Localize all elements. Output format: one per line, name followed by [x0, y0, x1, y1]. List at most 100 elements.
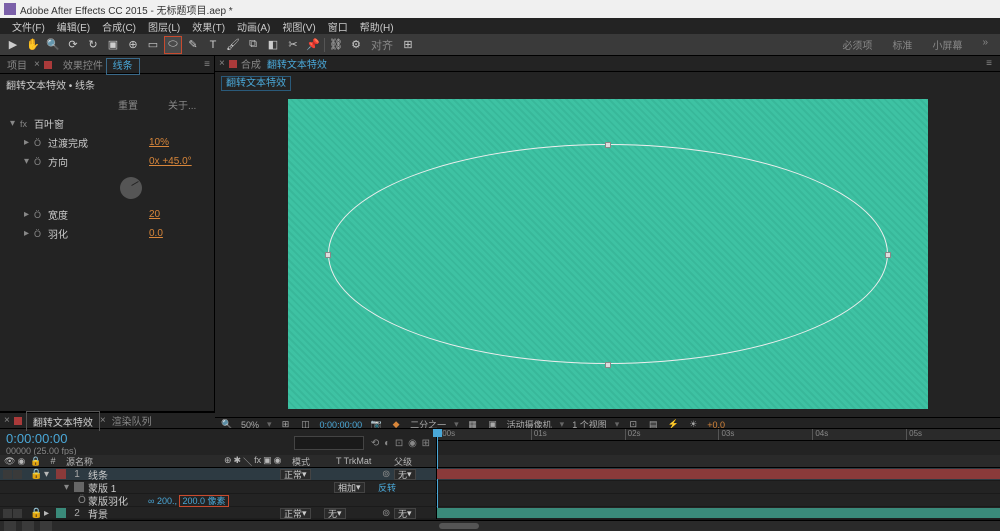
workspace-more-icon[interactable]: » — [974, 35, 996, 54]
col-mode: 模式 — [292, 455, 336, 468]
ellipse-tool[interactable]: ⬭ — [164, 36, 182, 54]
pen-tool[interactable]: ✎ — [184, 36, 202, 54]
workspace-small[interactable]: 小屏幕 — [924, 35, 970, 54]
tl-icon[interactable]: ⊡ — [395, 438, 403, 449]
twirl-icon[interactable]: ▾ — [10, 118, 20, 129]
menu-view[interactable]: 视图(V) — [276, 19, 321, 34]
workspace-essentials[interactable]: 必须项 — [834, 35, 880, 54]
tl-icon[interactable]: ⊞ — [422, 438, 430, 449]
effect-blinds[interactable]: 百叶窗 — [34, 116, 204, 131]
menu-effect[interactable]: 效果(T) — [186, 19, 231, 34]
roto-tool[interactable]: ✂ — [284, 36, 302, 54]
parent-dd[interactable]: 无 ▾ — [394, 469, 416, 480]
puppet-tool[interactable]: 📌 — [304, 36, 322, 54]
zoom-slider[interactable] — [439, 523, 479, 529]
prop-direction: 方向 — [48, 154, 149, 169]
pickwhip-icon[interactable]: ⊚ — [382, 469, 394, 480]
eraser-tool[interactable]: ◧ — [264, 36, 282, 54]
tl-icon[interactable]: ◉ — [408, 438, 417, 449]
canvas[interactable] — [288, 99, 928, 409]
layer-2-bar[interactable] — [437, 508, 1000, 518]
mask-ellipse[interactable] — [328, 144, 888, 364]
lock-toggle[interactable]: 🔒 — [30, 508, 44, 519]
blend-mode[interactable]: 正常 ▾ — [280, 469, 311, 480]
blend-mode[interactable]: 正常 ▾ — [280, 508, 311, 519]
toggle-modes-icon[interactable] — [22, 521, 34, 531]
panel-menu-icon[interactable]: ≡ — [982, 58, 996, 69]
twirl-icon[interactable]: ▸ — [24, 228, 34, 239]
pickwhip-icon[interactable]: ⊚ — [382, 508, 394, 519]
layer-color[interactable] — [56, 508, 66, 518]
comp-path[interactable]: 翻转文本特效 — [221, 76, 291, 91]
workspace-standard[interactable]: 标准 — [884, 35, 920, 54]
direction-dial[interactable] — [120, 177, 142, 199]
window-title: Adobe After Effects CC 2015 - 无标题项目.aep … — [20, 2, 233, 17]
text-tool[interactable]: T — [204, 36, 222, 54]
mask-handle-left[interactable] — [325, 252, 331, 258]
toggle-switches-icon[interactable] — [4, 521, 16, 531]
menu-edit[interactable]: 编辑(E) — [51, 19, 96, 34]
col-parent: 父级 — [394, 455, 436, 468]
hand-tool[interactable]: ✋ — [24, 36, 42, 54]
zoom-tool[interactable]: 🔍 — [44, 36, 62, 54]
rect-tool[interactable]: ▭ — [144, 36, 162, 54]
fx-icon[interactable]: fx — [20, 119, 34, 129]
orbit-tool[interactable]: ⟳ — [64, 36, 82, 54]
twirl-icon[interactable]: ▾ — [64, 482, 74, 493]
twirl-icon[interactable]: ▸ — [24, 137, 34, 148]
toggle-in-out-icon[interactable] — [40, 521, 52, 531]
time-ruler[interactable]: :00s 01s 02s 03s 04s 05s — [437, 429, 1000, 441]
app-icon — [4, 3, 16, 15]
val-direction[interactable]: 0x +45.0° — [149, 156, 204, 167]
mask-handle-top[interactable] — [605, 142, 611, 148]
tab-effect-controls[interactable]: 效果控件 线条 — [56, 54, 147, 75]
val-transition[interactable]: 10% — [149, 137, 204, 148]
stopwatch-icon[interactable]: Ö — [78, 495, 88, 506]
timeline-panel: × 翻转文本特效 × 渲染队列 0:00:00:00 00000 (25.00 … — [0, 411, 1000, 518]
val-width[interactable]: 20 — [149, 209, 204, 220]
composition-viewport[interactable] — [215, 91, 1000, 417]
mask-handle-right[interactable] — [885, 252, 891, 258]
snap-sub-icon[interactable]: ⊞ — [399, 36, 417, 54]
tab-project[interactable]: 项目 — [0, 54, 34, 75]
snap-label: 对齐 — [367, 36, 397, 54]
visibility-toggle[interactable] — [3, 470, 12, 479]
parent-dd[interactable]: 无 ▾ — [394, 508, 416, 519]
clone-tool[interactable]: ⧉ — [244, 36, 262, 54]
tl-icon[interactable]: ⟲ — [371, 438, 379, 449]
val-feather[interactable]: 0.0 — [149, 228, 204, 239]
menu-layer[interactable]: 图层(L) — [142, 19, 186, 34]
col-reset: 重置 — [118, 97, 168, 112]
panel-menu-icon[interactable]: ≡ — [200, 59, 214, 70]
timeline-search[interactable] — [294, 436, 364, 450]
layer-2-name[interactable]: 背景 — [86, 506, 280, 521]
timeline-tab-comp[interactable]: 翻转文本特效 — [26, 411, 100, 431]
timeline-tab-render[interactable]: 渲染队列 — [106, 411, 158, 430]
layer-color[interactable] — [56, 469, 66, 479]
menu-animation[interactable]: 动画(A) — [231, 19, 276, 34]
mask-handle-bottom[interactable] — [605, 362, 611, 368]
tl-icon[interactable]: ◐ — [384, 438, 390, 449]
mask-mode[interactable]: 相加 ▾ — [334, 482, 365, 493]
menu-file[interactable]: 文件(F) — [6, 19, 51, 34]
selection-tool[interactable]: ▶ — [4, 36, 22, 54]
anchor-tool[interactable]: ⊕ — [124, 36, 142, 54]
rotate-tool[interactable]: ↻ — [84, 36, 102, 54]
menu-help[interactable]: 帮助(H) — [354, 19, 400, 34]
mask-icon — [74, 482, 84, 492]
snap-icon[interactable]: ⛓ — [327, 36, 345, 54]
lock-toggle[interactable]: 🔒 — [30, 469, 44, 480]
menu-composition[interactable]: 合成(C) — [96, 19, 142, 34]
camera-tool[interactable]: ▣ — [104, 36, 122, 54]
col-about: 关于... — [168, 97, 208, 112]
twirl-icon[interactable]: ▸ — [24, 209, 34, 220]
snap-opt-icon[interactable]: ⚙ — [347, 36, 365, 54]
menu-window[interactable]: 窗口 — [322, 19, 354, 34]
visibility-toggle[interactable] — [3, 509, 12, 518]
brush-tool[interactable]: 🖌 — [224, 36, 242, 54]
mask-invert[interactable]: 反转 — [378, 481, 436, 494]
layer-1-bar[interactable] — [437, 469, 1000, 479]
twirl-icon[interactable]: ▾ — [24, 156, 34, 167]
trkmat-dd[interactable]: 无 ▾ — [324, 508, 346, 519]
comp-name[interactable]: 翻转文本特效 — [267, 56, 327, 71]
